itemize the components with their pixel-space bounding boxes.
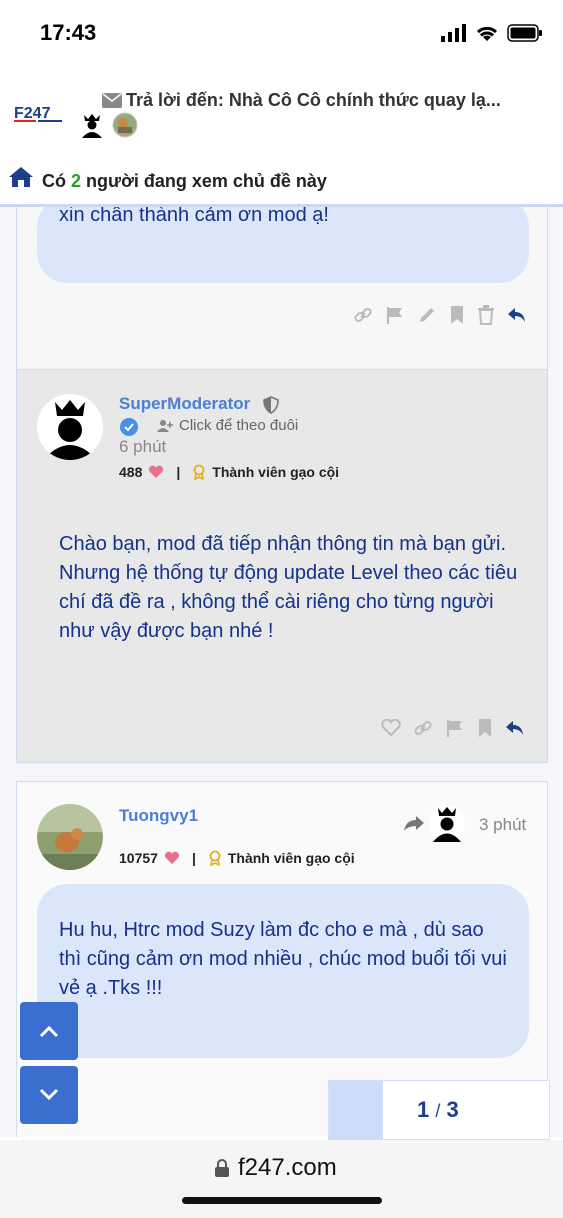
- scroll-down-button[interactable]: [20, 1066, 78, 1124]
- rank-label: Thành viên gạo cội: [227, 850, 355, 866]
- battery-icon: [507, 24, 542, 42]
- heart-icon: [149, 465, 164, 478]
- stats-separator: |: [191, 850, 196, 866]
- username[interactable]: Tuongvy1: [119, 806, 198, 826]
- viewers-prefix: Có: [42, 171, 66, 191]
- url-field[interactable]: f247.com: [214, 1154, 337, 1182]
- heart-icon: [164, 851, 180, 864]
- share-icon[interactable]: [403, 814, 425, 832]
- user-stats: 10757 | Thành viên gạo cội: [119, 850, 355, 866]
- post-time: 6 phút: [119, 437, 167, 456]
- rank-label: Thành viên gạo cội: [212, 464, 340, 480]
- like-count: 488: [119, 464, 143, 480]
- message-bubble: xin chân thành cảm ơn mod ạ!: [37, 207, 529, 283]
- bookmark-icon[interactable]: [449, 305, 465, 325]
- logo-text: F247: [14, 105, 51, 122]
- follow-label: Click để theo đuôi: [179, 417, 299, 434]
- flag-icon[interactable]: [385, 305, 405, 325]
- pencil-icon[interactable]: [417, 305, 437, 325]
- king-avatar-icon[interactable]: [429, 804, 465, 842]
- home-icon[interactable]: [8, 166, 34, 193]
- message-text: xin chân thành cảm ơn mod ạ!: [59, 207, 329, 226]
- trash-icon[interactable]: [477, 305, 495, 325]
- shield-icon: [263, 396, 279, 414]
- link-icon[interactable]: [353, 305, 373, 325]
- king-avatar-icon[interactable]: [80, 112, 104, 138]
- award-icon: [193, 464, 205, 480]
- lock-icon: [215, 1159, 229, 1177]
- home-indicator: [182, 1197, 382, 1204]
- page-number: 1 / 3: [417, 1097, 459, 1123]
- user-photo-avatar[interactable]: [112, 112, 138, 138]
- award-icon: [209, 850, 221, 866]
- thread-title[interactable]: Trả lời đến: Nhà Cô Cô chính thức quay l…: [102, 90, 501, 113]
- chevron-up-icon: [39, 1025, 59, 1038]
- message-text: Chào bạn, mod đã tiếp nhận thông tin mà …: [59, 533, 518, 642]
- flag-icon[interactable]: [445, 718, 465, 738]
- thread-title-text: Trả lời đến: Nhà Cô Cô chính thức quay l…: [126, 90, 501, 110]
- verified-icon: [120, 418, 138, 436]
- page-separator: /: [435, 1101, 441, 1121]
- post-actions: [353, 305, 527, 325]
- signal-icon: [441, 24, 466, 42]
- stats-separator: |: [176, 464, 181, 480]
- wifi-icon: [476, 26, 498, 41]
- viewers-suffix: người đang xem chủ đề này: [86, 171, 327, 191]
- viewers-count: 2: [71, 171, 82, 191]
- current-page: 1: [417, 1097, 430, 1122]
- post-feed: xin chân thành cảm ơn mod ạ! SuperModera…: [0, 207, 563, 1137]
- viewers-text: Có 2 người đang xem chủ đề này: [42, 171, 327, 192]
- follow-button[interactable]: Click để theo đuôi: [157, 417, 298, 434]
- site-logo[interactable]: F247: [14, 104, 64, 129]
- post-supermoderator: SuperModerator Click để theo đuôi 6 phút…: [16, 369, 548, 763]
- user-avatar[interactable]: [37, 394, 103, 460]
- chevron-down-icon: [39, 1088, 59, 1101]
- post-actions: [381, 718, 525, 738]
- username[interactable]: SuperModerator: [119, 394, 250, 414]
- reply-icon[interactable]: [507, 306, 527, 324]
- page-indicator[interactable]: 1 / 3: [328, 1080, 550, 1140]
- message-bubble: Hu hu, Htrc mod Suzy làm đc cho e mà , d…: [37, 884, 529, 1058]
- heart-outline-icon[interactable]: [381, 719, 401, 737]
- post-time: 3 phút: [479, 815, 527, 834]
- scroll-up-button[interactable]: [20, 1002, 78, 1060]
- pager-previous-area[interactable]: [329, 1081, 383, 1139]
- status-time: 17:43: [40, 20, 97, 45]
- status-icons: [441, 24, 543, 42]
- thread-participants: [80, 112, 138, 138]
- like-count: 10757: [119, 850, 158, 866]
- bookmark-icon[interactable]: [477, 718, 493, 738]
- add-user-icon: [157, 419, 173, 432]
- user-stats: 488 | Thành viên gạo cội: [119, 464, 339, 480]
- user-avatar[interactable]: [37, 804, 103, 870]
- total-pages: 3: [446, 1097, 459, 1122]
- link-icon[interactable]: [413, 718, 433, 738]
- reply-icon[interactable]: [505, 719, 525, 737]
- message-text: Hu hu, Htrc mod Suzy làm đc cho e mà , d…: [59, 919, 507, 999]
- url-text: f247.com: [238, 1154, 337, 1181]
- envelope-icon: [102, 92, 122, 113]
